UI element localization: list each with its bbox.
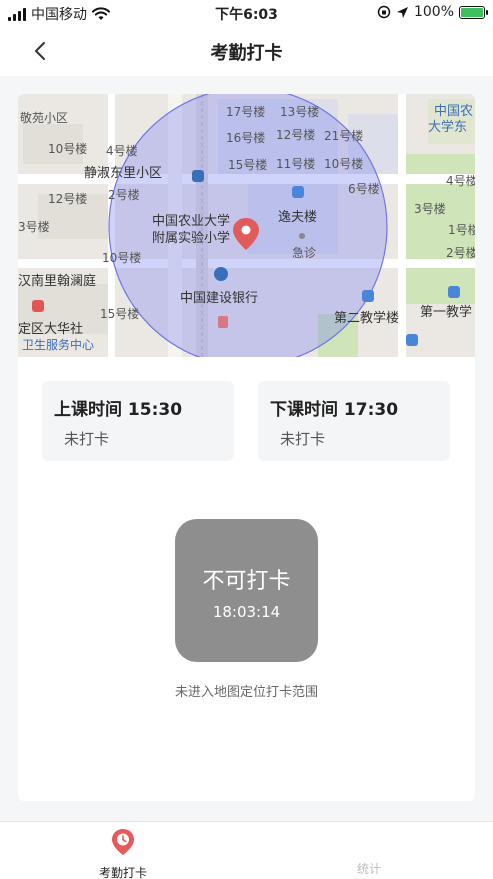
map-label: 第二教学楼 — [334, 311, 400, 326]
map-label: 10号楼 — [102, 251, 142, 265]
punch-label: 不可打卡 — [202, 569, 291, 594]
class-start-box: 上课时间 15:30 未打卡 — [42, 381, 234, 461]
attendance-card: 敬苑小区 10号楼 4号楼 静淑东里小区 2号楼 12号楼 3号楼 10号楼 汉… — [18, 94, 475, 801]
map-label: 4号楼 — [106, 144, 138, 158]
map-label: 汉南里翰澜庭 — [18, 274, 97, 289]
chart-icon — [356, 828, 382, 856]
map-label: 12号楼 — [48, 192, 88, 206]
tab-bar: 考勤打卡 统计 — [0, 821, 493, 879]
status-right: 100% — [377, 4, 488, 20]
class-start-status: 未打卡 — [64, 430, 110, 448]
map-label: 逸夫楼 — [278, 210, 318, 225]
nav-bar: 考勤打卡 — [0, 26, 493, 76]
range-hint: 未进入地图定位打卡范围 — [174, 685, 318, 700]
clock-pin-icon — [112, 829, 134, 855]
map-label: 15号楼 — [228, 158, 268, 172]
map-label: 2号楼 — [446, 246, 475, 260]
map-label: 4号楼 — [446, 174, 475, 188]
map-label: 15号楼 — [100, 307, 140, 321]
punch-clock: 18:03:14 — [212, 603, 281, 621]
location-arrow-icon — [396, 6, 408, 18]
tab-attendance-label: 考勤打卡 — [98, 866, 147, 879]
page-title: 考勤打卡 — [210, 43, 283, 64]
class-end-box: 下课时间 17:30 未打卡 — [258, 381, 450, 461]
tab-statistics[interactable]: 统计 — [324, 828, 414, 877]
map-label: 1号楼 — [448, 223, 475, 237]
map-label: 卫生服务中心 — [22, 338, 95, 352]
tab-attendance[interactable]: 考勤打卡 — [78, 828, 168, 879]
map-label: 定区大华社 — [18, 322, 84, 337]
map-label: 大学东 — [428, 120, 468, 135]
map-label: 10号楼 — [48, 142, 88, 156]
class-start-time: 上课时间 15:30 — [54, 400, 183, 420]
map-label: 中国建设银行 — [180, 291, 259, 306]
tab-statistics-label: 统计 — [356, 862, 381, 876]
map-label: 急诊 — [292, 246, 317, 260]
battery-percent: 100% — [413, 4, 454, 20]
map-label: 第一教学 — [420, 305, 473, 320]
map-label: 静淑东里小区 — [84, 166, 163, 181]
punch-in-button[interactable]: 不可打卡 18:03:14 — [175, 519, 318, 662]
map-label: 13号楼 — [280, 105, 320, 119]
map-label: 附属实验小学 — [152, 231, 231, 246]
class-end-status: 未打卡 — [280, 430, 326, 448]
map-label: 16号楼 — [226, 131, 266, 145]
map-label: 21号楼 — [324, 129, 364, 143]
map-label: 6号楼 — [348, 182, 380, 196]
map-label: 11号楼 — [276, 157, 316, 171]
map-label: 17号楼 — [226, 105, 266, 119]
location-map[interactable]: 敬苑小区 10号楼 4号楼 静淑东里小区 2号楼 12号楼 3号楼 10号楼 汉… — [18, 94, 475, 357]
map-label: 2号楼 — [108, 188, 140, 202]
map-label: 敬苑小区 — [20, 111, 69, 125]
class-end-time: 下课时间 17:30 — [270, 400, 399, 420]
map-label: 3号楼 — [414, 202, 446, 216]
map-label: 3号楼 — [18, 220, 50, 234]
map-label: 10号楼 — [324, 157, 364, 171]
status-bar: 中国移动 下午6:03 100% — [0, 0, 493, 26]
battery-icon — [459, 5, 488, 19]
map-label: 12号楼 — [276, 128, 316, 142]
orientation-lock-icon — [377, 5, 391, 19]
